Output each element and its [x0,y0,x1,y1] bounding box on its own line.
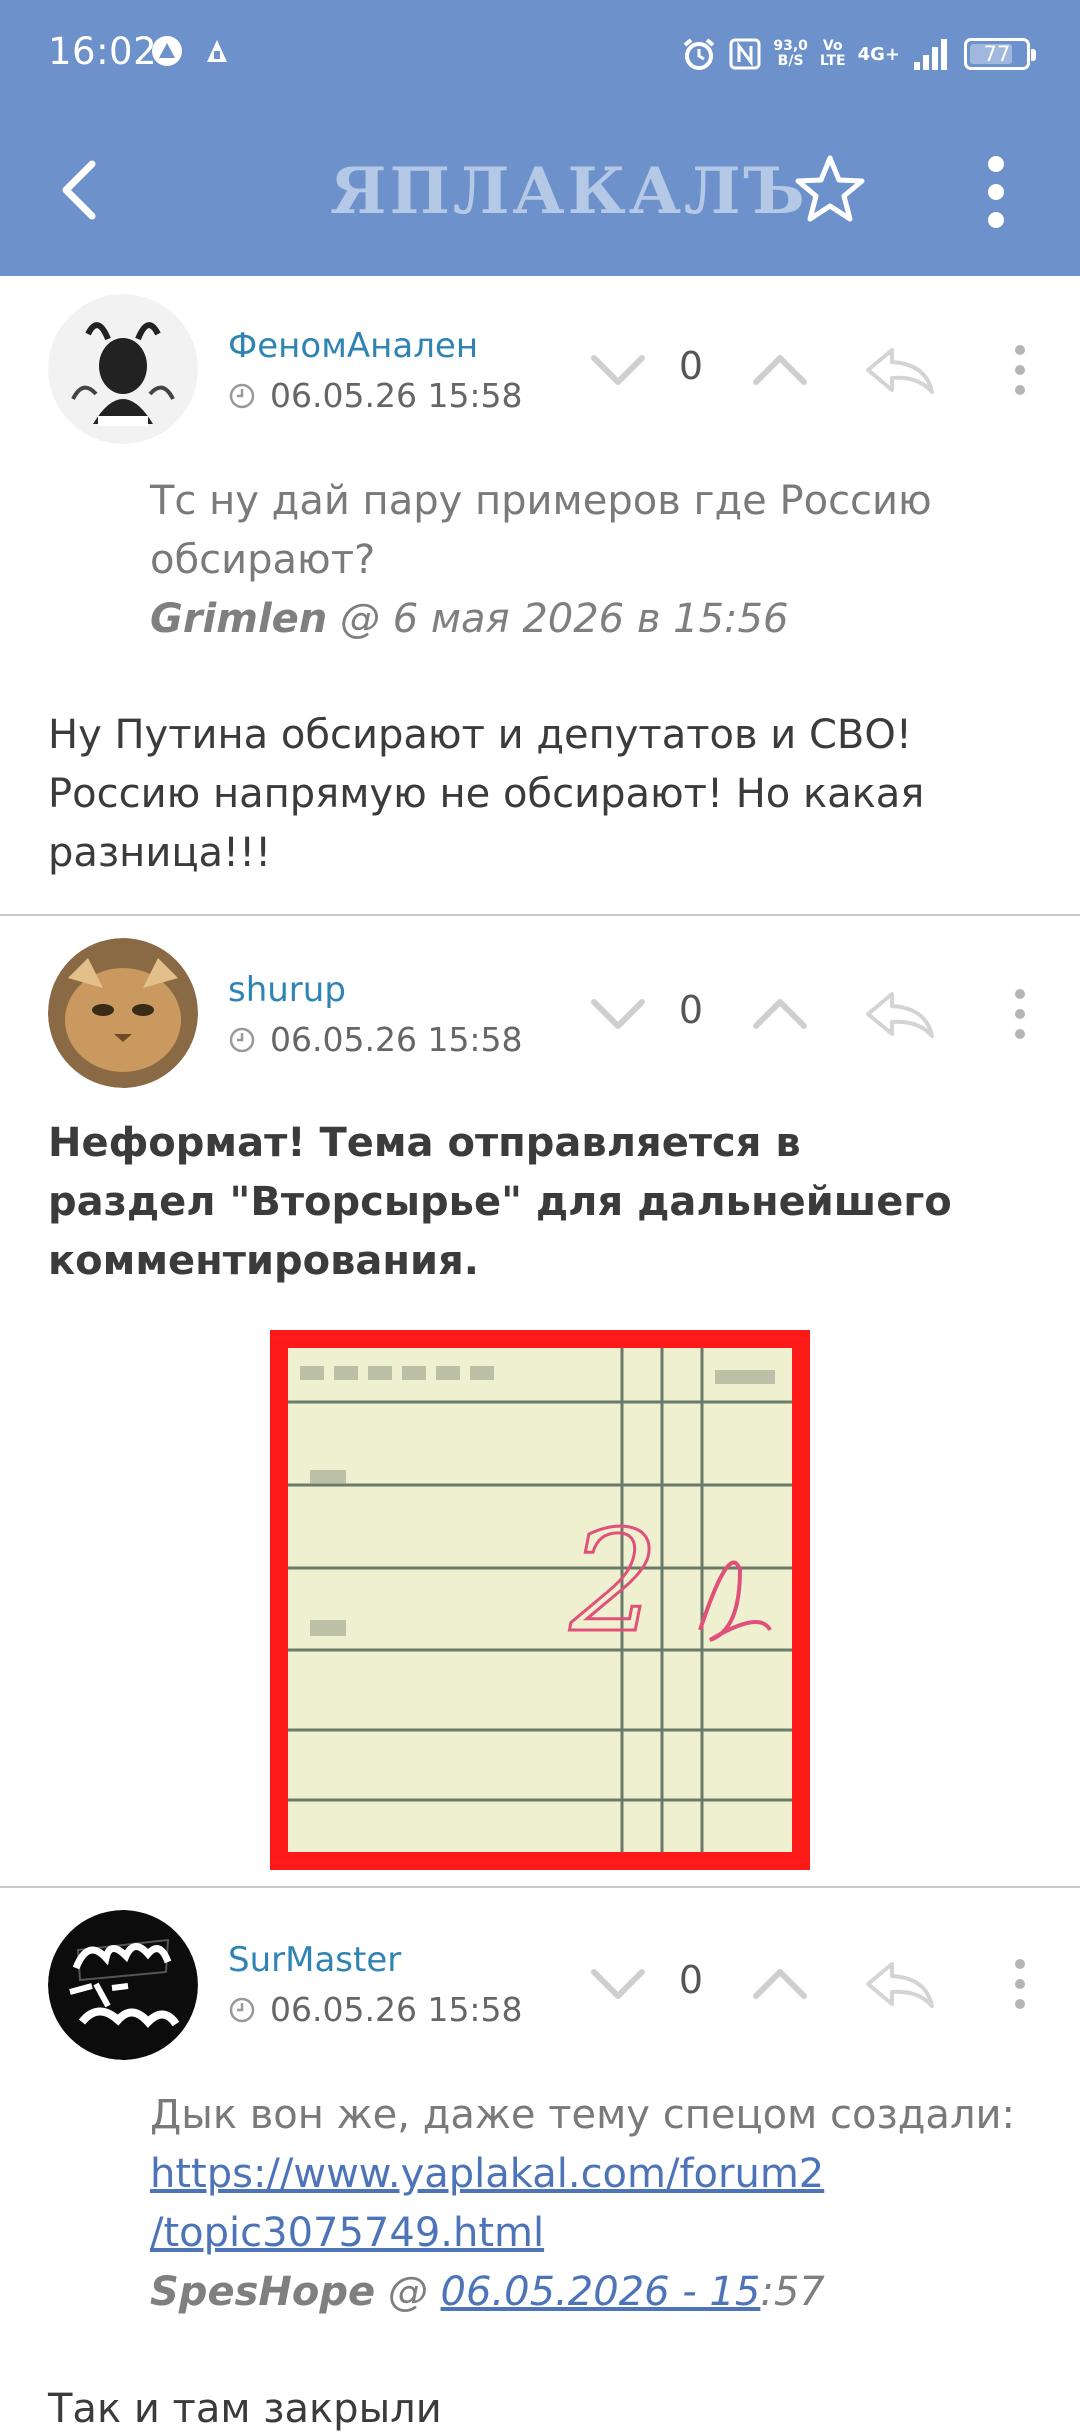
quote-block: Тс ну дай пару примеров где Россию обсир… [150,472,1050,649]
post-date: 06.05.26 15:58 [228,1990,523,2029]
more-vert-icon[interactable] [966,150,1026,234]
quote-line: обсирают? [150,537,376,583]
battery-level: 77 [983,42,1011,66]
net-speed-unit: B/S [777,53,804,69]
post-score: 0 [678,344,704,388]
reply-icon[interactable] [862,1956,938,2012]
quote-date: 6 мая 2026 в 15:56 [392,596,789,642]
quote-line: Дык вон же, даже тему спецом создали: [150,2092,1015,2138]
post-more-icon[interactable] [1000,1954,1040,2014]
app-logo: ЯПЛАКАЛЪ [330,154,808,229]
alarm-icon [684,38,715,70]
handwritten-grade: 2 [569,1501,659,1664]
attachment-image[interactable]: 2 [270,1330,810,1870]
clock-icon [229,383,255,408]
signal-icon [914,39,947,70]
quote-meta: Grimlen @ 6 мая 2026 в 15:56 [150,590,1050,649]
body-line: раздел "Вторсырье" для дальнейшего [48,1179,952,1225]
username[interactable]: SurMaster [228,1940,401,1980]
post-more-icon[interactable] [1000,984,1040,1044]
post-score: 0 [678,1958,704,2002]
post-date-text: 06.05.26 15:58 [270,1990,523,2029]
security-notification-icon [207,40,227,62]
reply-icon[interactable] [862,986,938,1042]
status-time: 16:02 [48,30,158,73]
post-score: 0 [678,988,704,1032]
volte-top: Vo [822,38,843,54]
clock-icon [229,1027,255,1052]
quote-date-rest: :57 [760,2269,825,2315]
app-notification-icon [152,36,182,66]
quote-meta: SpesHope @ 06.05.2026 - 15:57 [150,2263,1050,2322]
post-date: 06.05.26 15:58 [228,1020,523,1059]
reply-icon[interactable] [862,342,938,398]
body-line: Неформат! Тема отправляется в [48,1120,801,1166]
post-divider [0,914,1080,916]
avatar[interactable] [48,1910,198,2060]
avatar[interactable] [48,938,198,1088]
post-body: Так и там закрыли [48,2380,1038,2436]
chevron-up-icon[interactable] [752,994,808,1034]
star-icon[interactable] [790,150,870,230]
post-date: 06.05.26 15:58 [228,376,523,415]
body-line: комментирования. [48,1238,479,1284]
chevron-down-icon[interactable] [590,1964,646,2004]
back-arrow-icon[interactable] [44,150,124,230]
quote-block: Дык вон же, даже тему спецом создали: ht… [150,2086,1050,2322]
battery-indicator: 77 [964,38,1036,70]
quote-date-link[interactable]: 06.05.2026 - 15 [441,2269,761,2315]
chevron-down-icon[interactable] [590,350,646,390]
avatar[interactable] [48,294,198,444]
quote-line: Тс ну дай пару примеров где Россию [150,478,932,524]
volte-bottom: LTE [819,53,846,69]
username[interactable]: shurup [228,970,346,1010]
quote-author[interactable]: SpesHope [150,2269,375,2315]
chevron-up-icon[interactable] [752,1964,808,2004]
chevron-down-icon[interactable] [590,994,646,1034]
net-speed: 93,0 B/S [773,39,808,69]
quote-sep: @ [375,2269,441,2315]
post-date-text: 06.05.26 15:58 [270,1020,523,1059]
quote-link[interactable]: /topic3075749.html [150,2210,544,2256]
post-more-icon[interactable] [1000,340,1040,400]
body-line: разница!!! [48,830,272,876]
post-body: Ну Путина обсирают и депутатов и СВО! Ро… [48,706,1038,883]
quote-link[interactable]: https://www.yaplakal.com/forum2 [150,2151,824,2197]
app-header: 16:02 93,0 B/S Vo LTE 4G+ 77 ЯПЛАКАЛЪ [0,0,1080,276]
quote-sep: @ [327,596,393,642]
username[interactable]: ФеномАнален [228,326,478,366]
volte-indicator: Vo LTE [820,39,846,69]
status-right: 93,0 B/S Vo LTE 4G+ 77 [681,30,1036,78]
chevron-up-icon[interactable] [752,350,808,390]
body-line: Так и там закрыли [48,2386,442,2432]
post-date-text: 06.05.26 15:58 [270,376,523,415]
network-type: 4G+ [857,43,900,65]
clock-icon [229,1997,255,2022]
net-speed-value: 93,0 [773,38,808,54]
quote-author[interactable]: Grimlen [150,596,327,642]
nfc-icon [729,38,761,70]
status-bar: 16:02 93,0 B/S Vo LTE 4G+ 77 [0,0,1080,108]
post-body: Неформат! Тема отправляется в раздел "Вт… [48,1114,1038,1291]
post-divider [0,1886,1080,1888]
body-line: Россию напрямую не обсирают! Но какая [48,771,925,817]
body-line: Ну Путина обсирают и депутатов и СВО! [48,712,912,758]
